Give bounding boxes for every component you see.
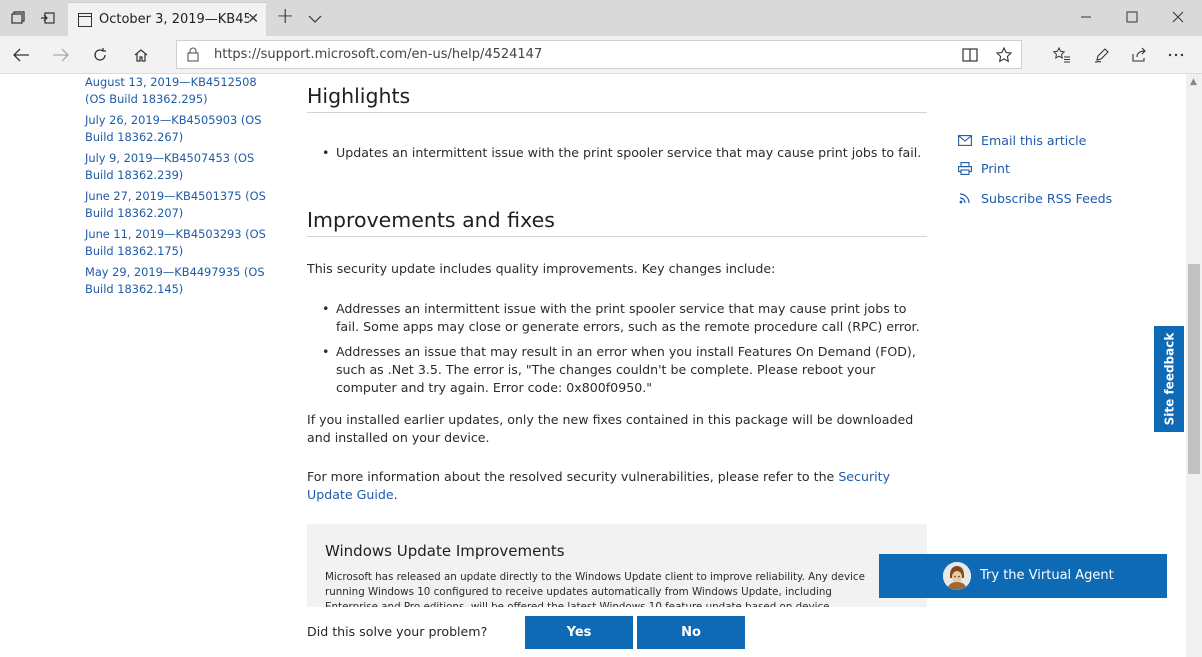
printer-icon [957,161,973,175]
highlight-bullet: • Updates an intermittent issue with the… [322,145,922,160]
more-info-text: For more information about the resolved … [307,468,917,504]
email-article-label: Email this article [981,132,1087,148]
feedback-question: Did this solve your problem? [307,624,488,639]
scroll-thumb[interactable] [1188,264,1200,474]
back-icon[interactable] [9,43,33,67]
tabs-aside-icon[interactable] [36,6,60,30]
article-actions: Email this article Print Subscribe RSS F… [957,126,1112,212]
feedback-bar: Did this solve your problem? Yes No [0,607,1186,657]
virtual-agent-label: Try the Virtual Agent [980,568,1114,583]
web-page: August 13, 2019—KB4512508 (OS Build 1836… [0,74,1186,657]
agent-avatar [943,562,971,590]
minimize-icon[interactable] [1071,6,1101,28]
maximize-icon[interactable] [1117,6,1147,28]
tab-title: October 3, 2019—KB4524147 [99,12,249,27]
rss-label: Subscribe RSS Feeds [981,190,1113,206]
address-bar[interactable]: https://support.microsoft.com/en-us/help… [176,40,1022,69]
fix-bullet-text: Addresses an issue that may result in an… [336,344,916,395]
reading-view-icon[interactable] [958,43,982,67]
url-text[interactable]: https://support.microsoft.com/en-us/help… [214,47,542,62]
navigation-bar: https://support.microsoft.com/en-us/help… [0,36,1202,74]
more-info-prefix: For more information about the resolved … [307,469,839,484]
more-options-icon[interactable] [1164,43,1188,67]
new-tab-button[interactable]: + [276,5,294,29]
print-link[interactable]: Print [957,154,1112,182]
active-tab[interactable]: October 3, 2019—KB4524147 ✕ [68,2,266,36]
site-feedback-label: Site feedback [1162,332,1176,426]
fix-bullet-text: Addresses an intermittent issue with the… [336,301,920,334]
email-article-link[interactable]: Email this article [957,126,1112,154]
print-label: Print [981,160,1010,176]
improvements-heading: Improvements and fixes [307,208,927,237]
tab-bar: October 3, 2019—KB4524147 ✕ + [0,0,1202,36]
rss-icon [957,192,973,204]
related-updates-list: August 13, 2019—KB4512508 (OS Build 1836… [85,74,275,302]
more-info-suffix: . [393,487,398,502]
highlight-bullet-text: Updates an intermittent issue with the p… [336,145,922,160]
rss-link[interactable]: Subscribe RSS Feeds [957,184,1112,212]
yes-button[interactable]: Yes [525,616,633,649]
chevron-down-icon[interactable] [308,9,322,28]
mail-icon [957,134,973,146]
tab-manager-icon[interactable] [6,6,30,30]
related-update-link[interactable]: June 27, 2019—KB4501375 (OS Build 18362.… [85,188,275,222]
related-update-link[interactable]: August 13, 2019—KB4512508 (OS Build 1836… [85,74,275,108]
wu-box-title: Windows Update Improvements [325,542,565,560]
vertical-scrollbar[interactable]: ▲ [1186,74,1202,657]
related-update-link[interactable]: July 26, 2019—KB4505903 (OS Build 18362.… [85,112,275,146]
home-icon[interactable] [129,43,153,67]
earlier-updates-text: If you installed earlier updates, only t… [307,412,914,445]
related-update-link[interactable]: June 11, 2019—KB4503293 (OS Build 18362.… [85,226,275,260]
related-update-link[interactable]: July 9, 2019—KB4507453 (OS Build 18362.2… [85,150,275,184]
refresh-icon[interactable] [88,43,112,67]
no-button[interactable]: No [637,616,745,649]
close-window-icon[interactable] [1163,6,1193,28]
fix-bullet: • Addresses an intermittent issue with t… [322,300,922,336]
fix-bullet: • Addresses an issue that may result in … [322,343,922,397]
virtual-agent-button[interactable]: Try the Virtual Agent [879,554,1167,598]
forward-icon[interactable] [49,43,73,67]
site-feedback-button[interactable]: Site feedback [1154,326,1184,432]
favorite-star-icon[interactable] [992,43,1016,67]
scroll-up-icon[interactable]: ▲ [1190,77,1197,87]
pen-icon[interactable] [1090,43,1114,67]
intro-text: This security update includes quality im… [307,261,776,276]
share-icon[interactable] [1127,43,1151,67]
related-update-link[interactable]: May 29, 2019—KB4497935 (OS Build 18362.1… [85,264,275,298]
page-icon [78,12,92,27]
close-tab-icon[interactable]: ✕ [247,11,259,27]
favorites-hub-icon[interactable] [1050,43,1074,67]
lock-icon[interactable] [187,47,199,66]
highlights-heading: Highlights [307,84,927,113]
